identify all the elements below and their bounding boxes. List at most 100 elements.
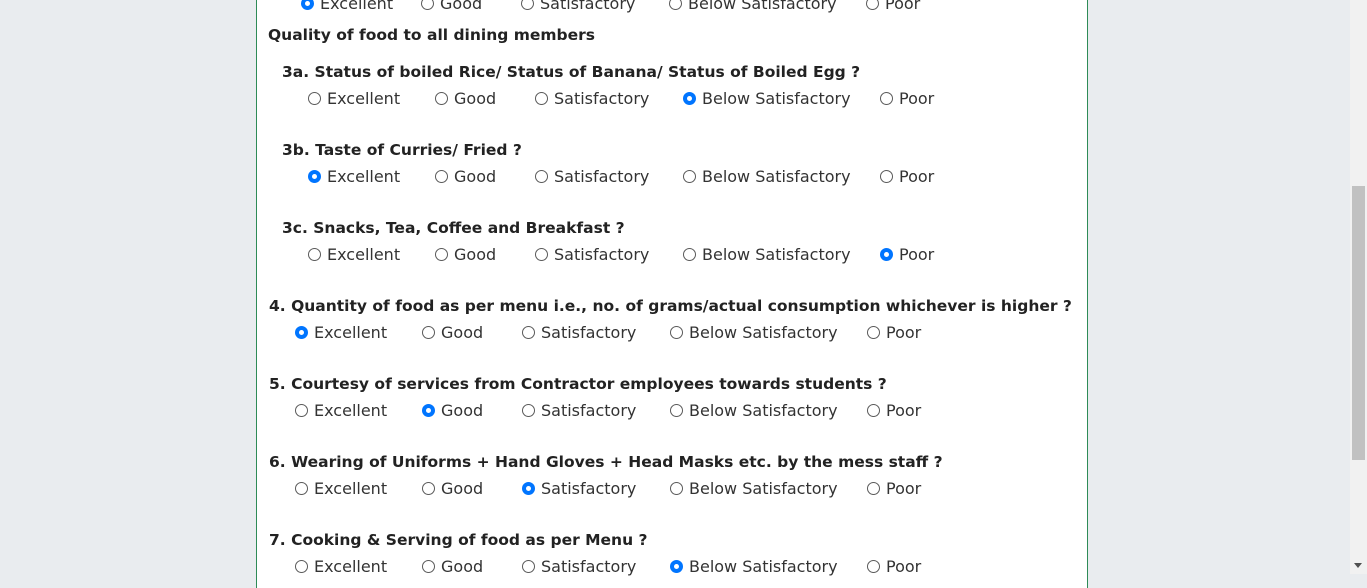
option-below-satisfactory[interactable]: Below Satisfactory bbox=[669, 0, 837, 13]
radio-button[interactable] bbox=[421, 0, 434, 10]
option-good[interactable]: Good bbox=[422, 401, 483, 420]
option-satisfactory[interactable]: Satisfactory bbox=[522, 323, 636, 342]
option-good[interactable]: Good bbox=[422, 323, 483, 342]
option-label: Good bbox=[441, 323, 484, 342]
radio-button[interactable] bbox=[867, 560, 880, 573]
option-excellent[interactable]: Excellent bbox=[308, 167, 400, 186]
radio-button[interactable] bbox=[522, 482, 535, 495]
question-title: 7. Cooking & Serving of food as per Menu… bbox=[269, 531, 648, 549]
option-label: Poor bbox=[899, 89, 935, 108]
radio-button[interactable] bbox=[308, 248, 321, 261]
option-satisfactory[interactable]: Satisfactory bbox=[522, 479, 636, 498]
radio-button[interactable] bbox=[867, 404, 880, 417]
radio-button[interactable] bbox=[535, 92, 548, 105]
radio-button[interactable] bbox=[683, 170, 696, 183]
option-satisfactory[interactable]: Satisfactory bbox=[535, 167, 649, 186]
radio-button[interactable] bbox=[435, 248, 448, 261]
radio-button[interactable] bbox=[422, 326, 435, 339]
option-label: Below Satisfactory bbox=[702, 89, 851, 108]
option-poor[interactable]: Poor bbox=[867, 479, 921, 498]
option-label: Excellent bbox=[314, 557, 388, 576]
radio-button[interactable] bbox=[295, 482, 308, 495]
option-good[interactable]: Good bbox=[422, 479, 483, 498]
option-excellent[interactable]: Excellent bbox=[301, 0, 393, 13]
option-excellent[interactable]: Excellent bbox=[295, 401, 387, 420]
option-below-satisfactory[interactable]: Below Satisfactory bbox=[683, 89, 851, 108]
feedback-form-panel: Excellent Good Satisfactory Below Satisf… bbox=[256, 0, 1088, 588]
option-label: Satisfactory bbox=[541, 557, 637, 576]
option-below-satisfactory[interactable]: Below Satisfactory bbox=[683, 167, 851, 186]
option-satisfactory[interactable]: Satisfactory bbox=[522, 557, 636, 576]
option-poor[interactable]: Poor bbox=[880, 89, 934, 108]
radio-button[interactable] bbox=[670, 560, 683, 573]
radio-button[interactable] bbox=[308, 92, 321, 105]
option-excellent[interactable]: Excellent bbox=[295, 479, 387, 498]
option-poor[interactable]: Poor bbox=[880, 167, 934, 186]
radio-button[interactable] bbox=[522, 560, 535, 573]
radio-button[interactable] bbox=[880, 170, 893, 183]
scroll-down-arrow-icon[interactable] bbox=[1354, 563, 1362, 568]
option-satisfactory[interactable]: Satisfactory bbox=[521, 0, 635, 13]
radio-button[interactable] bbox=[422, 482, 435, 495]
radio-button[interactable] bbox=[670, 482, 683, 495]
option-satisfactory[interactable]: Satisfactory bbox=[522, 401, 636, 420]
radio-button[interactable] bbox=[535, 248, 548, 261]
option-below-satisfactory[interactable]: Below Satisfactory bbox=[683, 245, 851, 264]
radio-button[interactable] bbox=[867, 326, 880, 339]
radio-button[interactable] bbox=[422, 404, 435, 417]
radio-button[interactable] bbox=[880, 92, 893, 105]
option-poor[interactable]: Poor bbox=[867, 557, 921, 576]
radio-button[interactable] bbox=[867, 482, 880, 495]
option-label: Satisfactory bbox=[541, 323, 637, 342]
option-below-satisfactory[interactable]: Below Satisfactory bbox=[670, 479, 838, 498]
radio-button[interactable] bbox=[522, 404, 535, 417]
option-good[interactable]: Good bbox=[435, 245, 496, 264]
radio-button[interactable] bbox=[880, 248, 893, 261]
option-poor[interactable]: Poor bbox=[867, 401, 921, 420]
radio-button[interactable] bbox=[435, 92, 448, 105]
option-label: Good bbox=[454, 89, 497, 108]
option-label: Excellent bbox=[320, 0, 394, 13]
radio-button[interactable] bbox=[422, 560, 435, 573]
option-label: Good bbox=[441, 401, 484, 420]
radio-button[interactable] bbox=[295, 326, 308, 339]
question-title: 3c. Snacks, Tea, Coffee and Breakfast ? bbox=[282, 219, 625, 237]
option-excellent[interactable]: Excellent bbox=[308, 245, 400, 264]
option-label: Good bbox=[454, 167, 497, 186]
radio-button[interactable] bbox=[866, 0, 879, 10]
option-excellent[interactable]: Excellent bbox=[308, 89, 400, 108]
option-poor[interactable]: Poor bbox=[867, 323, 921, 342]
option-poor[interactable]: Poor bbox=[880, 245, 934, 264]
option-excellent[interactable]: Excellent bbox=[295, 323, 387, 342]
radio-button[interactable] bbox=[308, 170, 321, 183]
radio-button[interactable] bbox=[669, 0, 682, 10]
option-below-satisfactory[interactable]: Below Satisfactory bbox=[670, 323, 838, 342]
radio-button[interactable] bbox=[295, 404, 308, 417]
radio-button[interactable] bbox=[522, 326, 535, 339]
radio-button[interactable] bbox=[683, 92, 696, 105]
option-below-satisfactory[interactable]: Below Satisfactory bbox=[670, 401, 838, 420]
option-below-satisfactory[interactable]: Below Satisfactory bbox=[670, 557, 838, 576]
scrollbar-thumb[interactable] bbox=[1352, 186, 1365, 460]
radio-button[interactable] bbox=[301, 0, 314, 10]
option-poor[interactable]: Poor bbox=[866, 0, 920, 13]
option-good[interactable]: Good bbox=[435, 167, 496, 186]
radio-button[interactable] bbox=[683, 248, 696, 261]
option-good[interactable]: Good bbox=[421, 0, 482, 13]
radio-button[interactable] bbox=[295, 560, 308, 573]
radio-button[interactable] bbox=[670, 404, 683, 417]
option-good[interactable]: Good bbox=[422, 557, 483, 576]
option-label: Below Satisfactory bbox=[689, 479, 838, 498]
option-satisfactory[interactable]: Satisfactory bbox=[535, 245, 649, 264]
radio-button[interactable] bbox=[670, 326, 683, 339]
radio-button[interactable] bbox=[521, 0, 534, 10]
question-title: 3a. Status of boiled Rice/ Status of Ban… bbox=[282, 63, 861, 81]
option-excellent[interactable]: Excellent bbox=[295, 557, 387, 576]
option-satisfactory[interactable]: Satisfactory bbox=[535, 89, 649, 108]
question-title: 6. Wearing of Uniforms + Hand Gloves + H… bbox=[269, 453, 943, 471]
option-good[interactable]: Good bbox=[435, 89, 496, 108]
radio-button[interactable] bbox=[535, 170, 548, 183]
radio-button[interactable] bbox=[435, 170, 448, 183]
question-title: 4. Quantity of food as per menu i.e., no… bbox=[269, 297, 1072, 315]
vertical-scrollbar[interactable] bbox=[1350, 0, 1367, 574]
